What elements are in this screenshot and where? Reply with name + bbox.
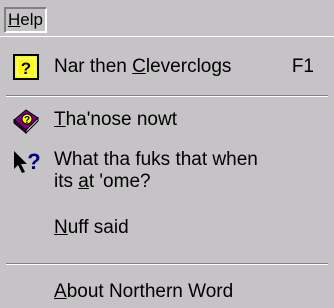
help-dropdown-menu: ? Nar then Cleverclogs F1 ? Tha'nose now… [0, 36, 334, 308]
label-line1: What tha fuks that when [54, 149, 258, 170]
accel-letter: T [54, 109, 66, 130]
help-title-rest: elp [20, 10, 43, 29]
accel-letter: N [54, 217, 68, 238]
accel-letter: A [54, 281, 67, 302]
help-question-icon: ? [12, 53, 40, 81]
menu-separator [6, 263, 328, 265]
label-post: bout Northern Word [66, 281, 234, 302]
label-pre: Nar then [54, 56, 133, 77]
menu-item-contents[interactable]: ? Nar then Cleverclogs F1 [0, 53, 334, 81]
help-accel-letter: H [8, 10, 21, 29]
label-post: leverclogs [145, 56, 232, 77]
help-menu-title[interactable]: Help [4, 7, 47, 33]
menu-item-label: Tha'nose nowt [54, 109, 177, 131]
menu-item-about[interactable]: About Northern Word [0, 281, 334, 307]
menu-item-shortcut: F1 [291, 56, 314, 77]
svg-text:?: ? [21, 59, 31, 78]
whats-this-arrow-icon: ? [12, 149, 41, 177]
svg-text:?: ? [24, 115, 30, 126]
label-post: ha'nose nowt [65, 109, 177, 130]
accel-letter: C [132, 56, 146, 77]
menu-item-topics[interactable]: ? Tha'nose nowt [0, 106, 334, 135]
label-line2-post: t 'ome? [88, 171, 151, 192]
help-book-icon: ? [12, 106, 40, 135]
menu-bar: Help [0, 0, 334, 36]
menu-item-nuff-said[interactable]: Nuff said [0, 217, 334, 245]
menu-separator [6, 95, 328, 97]
accel-letter: a [78, 171, 89, 192]
menu-item-label: Nuff said [54, 217, 129, 239]
menu-item-whats-this[interactable]: ? What tha fuks that when its at 'ome? [0, 145, 334, 195]
menu-item-label: About Northern Word [54, 281, 233, 303]
menu-item-label: Nar then Cleverclogs [54, 56, 231, 78]
menu-item-label: What tha fuks that when its at 'ome? [54, 149, 258, 193]
svg-text:?: ? [27, 149, 40, 174]
label-post: uff said [67, 217, 129, 238]
label-line2-pre: its [54, 171, 79, 192]
